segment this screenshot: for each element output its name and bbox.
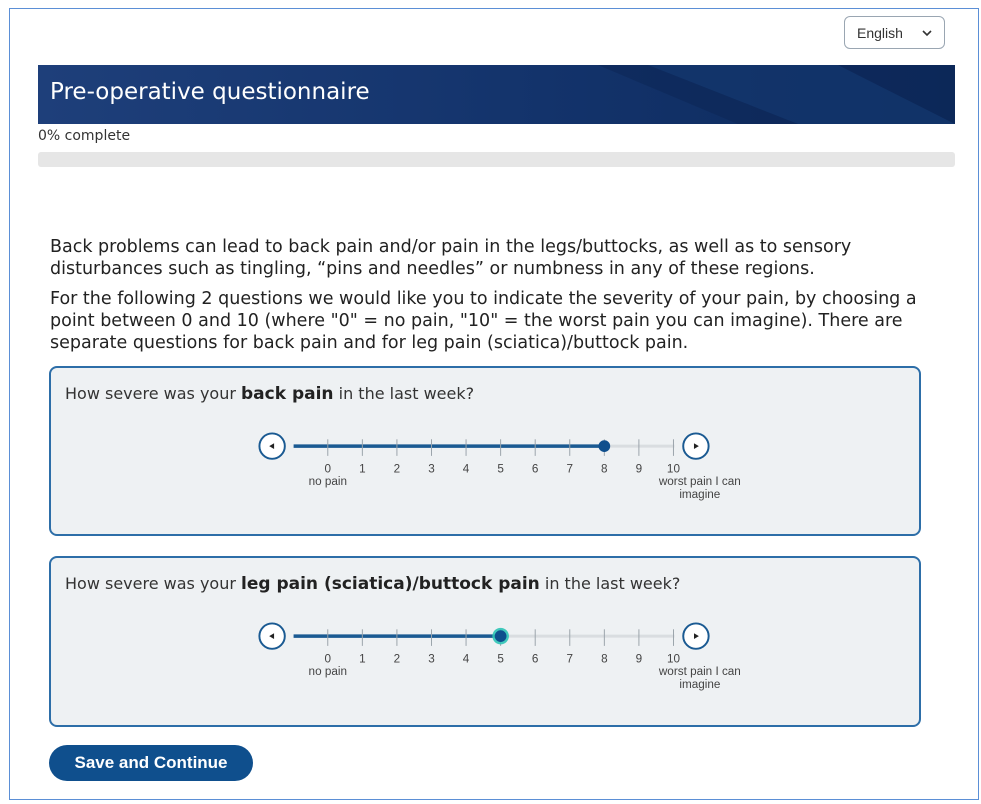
slider-max-label: worst pain I can [658,475,741,488]
increment-button[interactable] [682,622,710,650]
slider-tick-label: 8 [601,652,608,665]
increment-button[interactable] [682,432,710,460]
header-banner: Pre-operative questionnaire [38,65,955,124]
chevron-down-icon [922,29,932,36]
question-card-leg-pain: How severe was your leg pain (sciatica)/… [49,556,921,727]
slider-tick-label: 3 [428,652,435,665]
intro-paragraph-1: Back problems can lead to back pain and/… [50,237,852,279]
language-select[interactable]: English [844,16,945,49]
slider-tick-label: 5 [497,462,504,475]
slider-tick-label: 3 [428,462,435,475]
slider-tick-label: 7 [566,462,573,475]
save-and-continue-button[interactable]: Save and Continue [49,745,253,781]
slider-tick-label: 5 [497,652,504,665]
intro-text: Back problems can lead to back pain and/… [50,236,930,362]
question-card-back-pain: How severe was your back pain in the las… [49,366,921,536]
slider-max-label-line2: imagine [679,488,720,501]
slider-tick-label: 1 [359,652,366,665]
slider-min-label: no pain [309,665,347,678]
slider-tick-label: 6 [532,652,539,665]
slider-tick-label: 8 [601,462,608,475]
slider-tick-label: 4 [463,652,470,665]
slider-tick-label: 10 [667,462,681,475]
slider-thumb[interactable] [494,630,507,642]
slider-tick-label: 2 [394,652,401,665]
slider-tick-label: 2 [394,462,401,475]
decrement-button[interactable] [258,622,286,650]
slider-max-label: worst pain I can [658,665,741,678]
pain-slider-back[interactable]: 0 1 2 3 4 5 6 7 8 9 10 no pain worst pain I canimagi… [51,368,919,534]
slider-tick-label: 9 [636,462,643,475]
slider-tick-label: 1 [359,462,366,475]
progress-bar [38,152,955,167]
language-select-value: English [857,24,903,41]
slider-max-label-line2: imagine [679,678,720,691]
page-title: Pre-operative questionnaire [50,79,370,105]
slider-thumb[interactable] [598,440,611,452]
slider-tick-label: 10 [667,652,681,665]
slider-tick-label: 0 [325,652,332,665]
progress-label: 0% complete [38,128,131,144]
slider-min-label: no pain [309,475,347,488]
intro-paragraph-2: For the following 2 questions we would l… [50,289,917,353]
slider-tick-label: 0 [325,462,332,475]
pain-slider-leg[interactable]: 0 1 2 3 4 5 6 7 8 9 10 no pain worst pain I canimagi… [51,558,919,725]
slider-tick-label: 7 [567,652,574,665]
slider-tick-label: 9 [636,652,643,665]
decrement-button[interactable] [258,432,286,460]
slider-tick-label: 6 [532,462,539,475]
slider-tick-label: 4 [463,462,470,475]
